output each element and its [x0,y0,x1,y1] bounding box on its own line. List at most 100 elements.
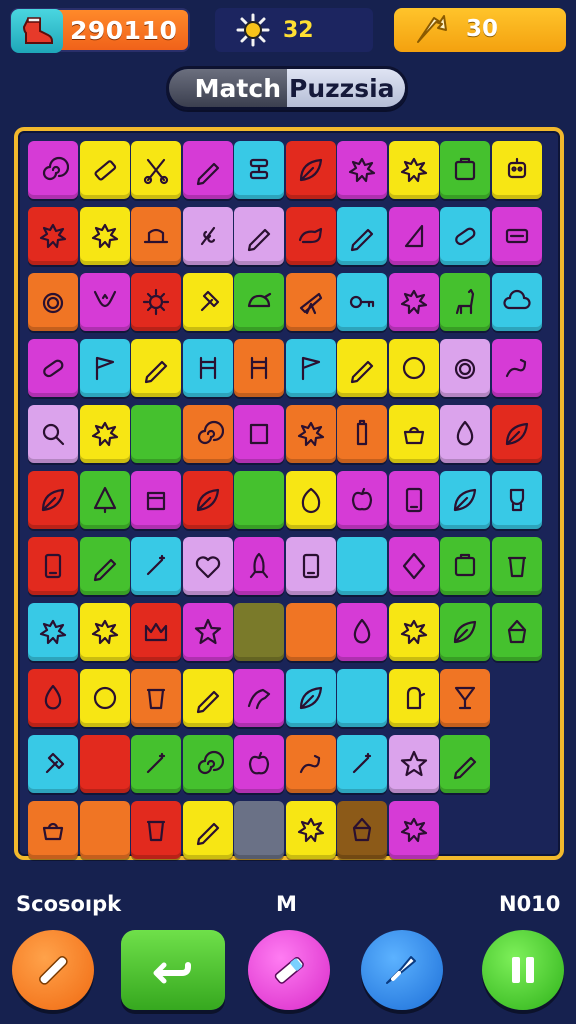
board-tile[interactable] [182,603,233,661]
board-tile[interactable] [285,273,336,331]
board-tile[interactable] [131,141,181,199]
board-tile[interactable] [79,669,130,727]
board-tile[interactable] [182,141,233,199]
board-tile[interactable] [234,801,284,859]
board-tile[interactable] [28,339,78,397]
board-tile[interactable] [28,603,78,661]
board-tile[interactable] [79,471,130,529]
board-tile[interactable] [79,273,130,331]
board-tile[interactable] [28,669,78,727]
board-tile[interactable] [234,141,284,199]
board-tile[interactable] [28,273,78,331]
board-tile[interactable] [440,735,490,793]
board-tile[interactable] [491,339,542,397]
board-tile[interactable] [337,471,387,529]
board-tile[interactable] [388,339,439,397]
board-tile[interactable] [337,405,387,463]
board-tile[interactable] [337,669,387,727]
pencil-button[interactable] [12,930,94,1010]
board-tile[interactable] [491,273,542,331]
board-tile[interactable] [79,207,130,265]
board-tile[interactable] [285,735,336,793]
board-tile[interactable] [285,603,336,661]
board-tile[interactable] [28,141,78,199]
board-tile[interactable] [388,735,439,793]
board-tile[interactable] [79,141,130,199]
board-tile[interactable] [285,801,336,859]
board-tile[interactable] [440,273,490,331]
board-tile[interactable] [182,537,233,595]
board-tile[interactable] [182,405,233,463]
board-tile[interactable] [234,207,284,265]
board-tile[interactable] [234,471,284,529]
board-tile[interactable] [440,471,490,529]
board-tile[interactable] [440,537,490,595]
board-tile[interactable] [337,603,387,661]
board-tile[interactable] [131,273,181,331]
board-tile[interactable] [79,735,130,793]
board-tile[interactable] [131,471,181,529]
board-tile[interactable] [337,207,387,265]
board-tile[interactable] [79,603,130,661]
board-tile[interactable] [440,207,490,265]
board-tile[interactable] [182,735,233,793]
board-tile[interactable] [131,405,181,463]
board-tile[interactable] [337,273,387,331]
board-tile[interactable] [234,273,284,331]
board-tile[interactable] [131,537,181,595]
board-tile[interactable] [440,141,490,199]
board-tile[interactable] [285,207,336,265]
board-tile[interactable] [337,339,387,397]
board-tile[interactable] [131,735,181,793]
board-tile[interactable] [337,141,387,199]
board-tile[interactable] [28,735,78,793]
board-tile[interactable] [234,735,284,793]
board-tile[interactable] [337,735,387,793]
board-tile[interactable] [131,207,181,265]
undo-button[interactable] [121,930,225,1010]
board-tile[interactable] [234,405,284,463]
board-tile[interactable] [28,471,78,529]
board-tile[interactable] [440,339,490,397]
board-tile[interactable] [491,207,542,265]
board-tile[interactable] [131,801,181,859]
board-tile[interactable] [388,471,439,529]
board-tile[interactable] [491,471,542,529]
board-tile[interactable] [182,273,233,331]
board-tile[interactable] [388,405,439,463]
board-tile[interactable] [79,339,130,397]
rocket-button[interactable] [361,930,443,1010]
board-tile[interactable] [182,801,233,859]
board-tile[interactable] [491,405,542,463]
board-tile[interactable] [440,405,490,463]
board-tile[interactable] [28,207,78,265]
board-tile[interactable] [79,537,130,595]
board-tile[interactable] [28,801,78,859]
board-tile[interactable] [131,669,181,727]
board-tile[interactable] [234,603,284,661]
board-tile[interactable] [79,801,130,859]
board-tile[interactable] [440,669,490,727]
board-tile[interactable] [79,405,130,463]
board-tile[interactable] [28,405,78,463]
board-tile[interactable] [388,669,439,727]
board-tile[interactable] [388,537,439,595]
board-tile[interactable] [388,603,439,661]
board-tile[interactable] [337,801,387,859]
board-tile[interactable] [388,801,439,859]
board-tile[interactable] [285,669,336,727]
marker-button[interactable] [248,930,330,1010]
board-tile[interactable] [285,141,336,199]
board-tile[interactable] [131,339,181,397]
board-tile[interactable] [388,273,439,331]
board-tile[interactable] [234,339,284,397]
board-tile[interactable] [182,669,233,727]
board-tile[interactable] [388,207,439,265]
board-tile[interactable] [182,339,233,397]
board-tile[interactable] [285,471,336,529]
board-tile[interactable] [234,537,284,595]
board-tile[interactable] [182,471,233,529]
board-tile[interactable] [388,141,439,199]
board-tile[interactable] [182,207,233,265]
board-tile[interactable] [285,339,336,397]
